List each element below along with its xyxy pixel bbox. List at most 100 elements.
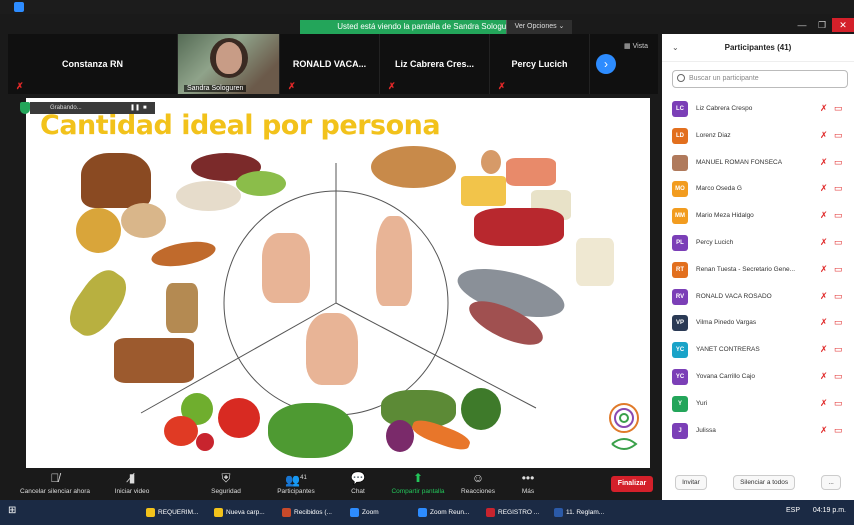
more-button[interactable]: ... bbox=[821, 474, 841, 490]
video-off-icon[interactable]: ▭ bbox=[834, 103, 843, 114]
video-off-icon[interactable]: ▭ bbox=[834, 344, 843, 355]
video-off-icon[interactable]: ▭ bbox=[834, 264, 843, 275]
reactions-icon: ☺ bbox=[471, 471, 485, 485]
video-button[interactable]: ▮̸ Iniciar video bbox=[106, 468, 158, 500]
share-screen-button[interactable]: ⬆ Compartir pantalla bbox=[386, 468, 450, 500]
video-tile[interactable]: RONALD VACA... ✗ bbox=[280, 34, 380, 94]
video-off-icon[interactable]: ▭ bbox=[834, 130, 843, 141]
sliced-bread-image bbox=[114, 338, 194, 383]
participant-row[interactable]: Y Yuri ✗ ▭ bbox=[662, 391, 854, 418]
end-meeting-button[interactable]: Finalizar bbox=[611, 476, 653, 492]
participant-row[interactable]: VP Vilma Pinedo Vargas ✗ ▭ bbox=[662, 310, 854, 337]
participant-row[interactable]: MM Mario Meza Hidalgo ✗ ▭ bbox=[662, 203, 854, 230]
taskbar-app-button[interactable]: Zoom Reun... bbox=[416, 504, 480, 521]
taskbar-app-button[interactable]: Nueva carp... bbox=[212, 504, 276, 521]
tile-name: Liz Cabrera Cres... bbox=[394, 59, 475, 69]
next-page-icon[interactable]: › bbox=[596, 54, 616, 74]
start-icon[interactable]: ⊞ bbox=[8, 505, 16, 516]
video-off-icon[interactable]: ▭ bbox=[834, 291, 843, 302]
taskbar-app-label: Zoom bbox=[362, 509, 379, 516]
panel-title: Participantes (41) bbox=[724, 43, 792, 52]
mic-muted-icon[interactable]: ✗ bbox=[820, 103, 828, 114]
mic-muted-icon[interactable]: ✗ bbox=[820, 264, 828, 275]
shield-icon: ⛨ bbox=[221, 471, 231, 485]
video-label: Iniciar video bbox=[114, 488, 150, 495]
participants-count: 41 bbox=[300, 475, 307, 481]
video-tile-active[interactable]: Sandra Sologuren bbox=[178, 34, 280, 94]
reactions-button[interactable]: ☺ Reacciones bbox=[456, 468, 500, 500]
mic-muted-icon[interactable]: ✗ bbox=[820, 237, 828, 248]
participant-row[interactable]: LC Liz Cabrera Crespo ✗ ▭ bbox=[662, 96, 854, 123]
mute-button[interactable]: 🎙̸ Cancelar silenciar ahora bbox=[12, 468, 98, 500]
video-off-icon[interactable]: ▭ bbox=[834, 398, 843, 409]
avatar: RT bbox=[672, 261, 688, 278]
taskbar-app-button[interactable]: Recibidos (... bbox=[280, 504, 344, 521]
mic-muted-icon[interactable]: ✗ bbox=[820, 398, 828, 409]
participant-row[interactable]: RV RONALD VACA ROSADO ✗ ▭ bbox=[662, 284, 854, 311]
language-indicator[interactable]: ESP bbox=[786, 507, 800, 514]
security-button[interactable]: ⛨ Seguridad bbox=[204, 468, 248, 500]
video-off-icon[interactable]: ▭ bbox=[834, 183, 843, 194]
participant-search-input[interactable]: Buscar un participante bbox=[672, 70, 848, 88]
mic-muted-icon[interactable]: ✗ bbox=[820, 130, 828, 141]
tile-name: Constanza RN bbox=[61, 59, 123, 69]
participant-row[interactable]: PL Percy Lucich ✗ ▭ bbox=[662, 230, 854, 257]
mute-all-button[interactable]: Silenciar a todos bbox=[733, 474, 796, 490]
participant-row[interactable]: LD Lorenz Diaz ✗ ▭ bbox=[662, 123, 854, 150]
more-options-button[interactable]: ••• Más bbox=[514, 468, 542, 500]
cheese-image bbox=[461, 176, 506, 206]
video-gallery: Constanza RN ✗ Sandra Sologuren RONALD V… bbox=[8, 34, 658, 94]
participants-button[interactable]: 👥41 Participantes bbox=[270, 468, 322, 500]
app-icon bbox=[146, 508, 155, 517]
mic-muted-icon[interactable]: ✗ bbox=[820, 371, 828, 382]
video-off-icon[interactable]: ▭ bbox=[834, 317, 843, 328]
video-off-icon[interactable]: ▭ bbox=[834, 371, 843, 382]
invite-button[interactable]: Invitar bbox=[675, 474, 707, 490]
window-controls: — ❐ ✕ bbox=[792, 18, 854, 32]
mic-muted-icon[interactable]: ✗ bbox=[820, 157, 828, 168]
zoom-window: Usted está viendo la pantalla de Sandra … bbox=[0, 0, 854, 525]
minimize-icon[interactable]: — bbox=[792, 18, 812, 32]
participant-row[interactable]: MO Marco Oseda G ✗ ▭ bbox=[662, 176, 854, 203]
participant-name: Lorenz Diaz bbox=[696, 131, 731, 139]
taskbar-app-button[interactable]: REGISTRO ... bbox=[484, 504, 548, 521]
video-off-icon[interactable]: ▭ bbox=[834, 425, 843, 436]
view-options-button[interactable]: Ver Opciones ⌄ bbox=[506, 20, 572, 34]
mic-muted-icon[interactable]: ✗ bbox=[820, 317, 828, 328]
video-off-icon[interactable]: ▭ bbox=[834, 237, 843, 248]
taskbar-app-button[interactable]: REQUERIM... bbox=[144, 504, 208, 521]
avatar: YC bbox=[672, 368, 688, 385]
mic-muted-icon[interactable]: ✗ bbox=[820, 183, 828, 194]
participant-row[interactable]: MANUEL ROMÁN FONSECA ✗ ▭ bbox=[662, 150, 854, 177]
video-tile[interactable]: Percy Lucich ✗ bbox=[490, 34, 590, 94]
view-toggle[interactable]: ▦ Vista bbox=[624, 42, 648, 50]
participant-row[interactable]: YC YANET CONTRERAS ✗ ▭ bbox=[662, 337, 854, 364]
participant-row[interactable]: YC Yovana Carrillo Cajo ✗ ▭ bbox=[662, 364, 854, 391]
maximize-icon[interactable]: ❐ bbox=[812, 18, 832, 32]
participant-row[interactable]: RT Renan Tuesta - Secretario Gene... ✗ ▭ bbox=[662, 257, 854, 284]
chat-button[interactable]: 💬 Chat bbox=[344, 468, 372, 500]
meeting-toolbar: 🎙̸ Cancelar silenciar ahora ▮̸ Iniciar vid… bbox=[8, 468, 662, 500]
close-icon[interactable]: ✕ bbox=[832, 18, 854, 32]
avatar: J bbox=[672, 422, 688, 439]
taskbar-app-button[interactable]: Zoom bbox=[348, 504, 412, 521]
mic-muted-icon[interactable]: ✗ bbox=[820, 344, 828, 355]
participant-row[interactable]: J Julissa ✗ ▭ bbox=[662, 418, 854, 445]
mic-muted-icon[interactable]: ✗ bbox=[820, 425, 828, 436]
video-off-icon[interactable]: ▭ bbox=[834, 210, 843, 221]
share-screen-icon: ⬆ bbox=[412, 471, 424, 485]
pause-icon[interactable]: ❚❚ bbox=[130, 102, 140, 114]
participants-panel: ⌄ Participantes (41) Buscar un participa… bbox=[662, 34, 854, 500]
mic-muted-icon[interactable]: ✗ bbox=[820, 291, 828, 302]
avatar: PL bbox=[672, 234, 688, 251]
cereal-bowl-image bbox=[121, 203, 166, 238]
video-tile[interactable]: Constanza RN ✗ bbox=[8, 34, 178, 94]
taskbar-app-button[interactable]: 11. Reglam... bbox=[552, 504, 616, 521]
video-tile[interactable]: Liz Cabrera Cres... ✗ bbox=[380, 34, 490, 94]
avatar bbox=[672, 154, 688, 171]
clock[interactable]: 04:19 p.m. bbox=[813, 507, 846, 514]
white-beans-image bbox=[176, 181, 241, 211]
mic-muted-icon[interactable]: ✗ bbox=[820, 210, 828, 221]
stop-icon[interactable]: ■ bbox=[143, 102, 147, 114]
video-off-icon[interactable]: ▭ bbox=[834, 157, 843, 168]
